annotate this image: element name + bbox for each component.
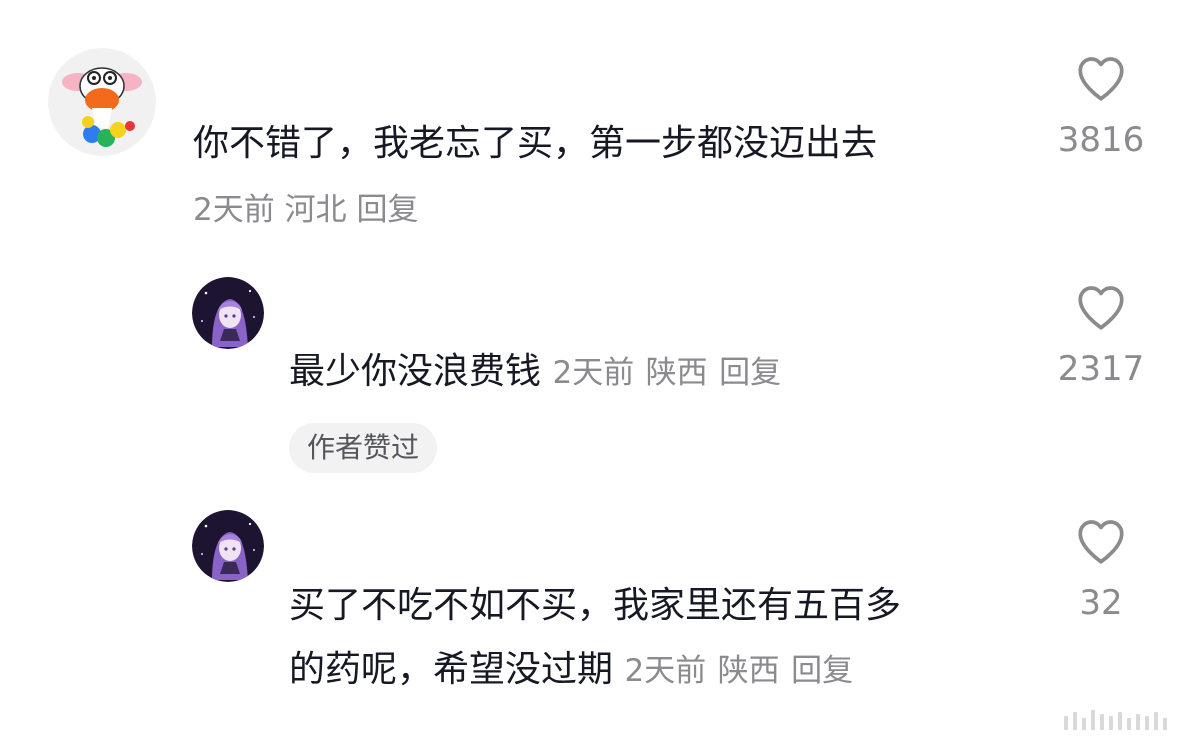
- like-count: 2317: [1057, 349, 1145, 389]
- comment-time: 2天前: [552, 355, 635, 391]
- like-button[interactable]: 2317: [1046, 283, 1156, 389]
- comment-location: 陕西: [717, 653, 780, 689]
- heart-icon: [1078, 286, 1124, 330]
- anime-girl-icon: [192, 277, 264, 349]
- commenter-avatar[interactable]: [192, 510, 264, 582]
- commenter-avatar[interactable]: [48, 48, 156, 156]
- comment-location: 河北: [284, 192, 347, 228]
- comment-line: 的药呢，希望没过期 2天前 陕西 回复: [289, 638, 853, 703]
- comment-location: 陕西: [645, 355, 708, 391]
- comment-text-line: 的药呢，希望没过期: [289, 649, 614, 690]
- comment-meta: 2天前 河北 回复: [193, 178, 418, 242]
- author-liked-badge: 作者赞过: [289, 423, 438, 473]
- heart-icon: [1078, 520, 1124, 564]
- comment-text-line: 买了不吃不如不买，我家里还有五百多: [289, 585, 902, 626]
- anime-girl-icon: [192, 510, 264, 582]
- like-button[interactable]: 3816: [1046, 54, 1156, 160]
- watermark: [1064, 710, 1167, 730]
- cartoon-sheep-icon: [48, 48, 156, 156]
- like-count: 32: [1079, 583, 1123, 623]
- comment-text: 最少你没浪费钱: [289, 351, 542, 392]
- comment-line: 最少你没浪费钱 2天前 陕西 回复: [289, 340, 781, 405]
- commenter-avatar[interactable]: [192, 277, 264, 349]
- comment-time: 2天前: [193, 192, 275, 228]
- comment-time: 2天前: [624, 653, 707, 689]
- comment-text: 你不错了，我老忘了买，第一步都没迈出去: [193, 123, 878, 164]
- reply-button[interactable]: 回复: [791, 653, 853, 689]
- reply-button[interactable]: 回复: [356, 192, 418, 228]
- reply-button[interactable]: 回复: [719, 355, 781, 391]
- like-button[interactable]: 32: [1046, 517, 1156, 623]
- heart-icon: [1078, 57, 1124, 101]
- like-count: 3816: [1057, 120, 1145, 160]
